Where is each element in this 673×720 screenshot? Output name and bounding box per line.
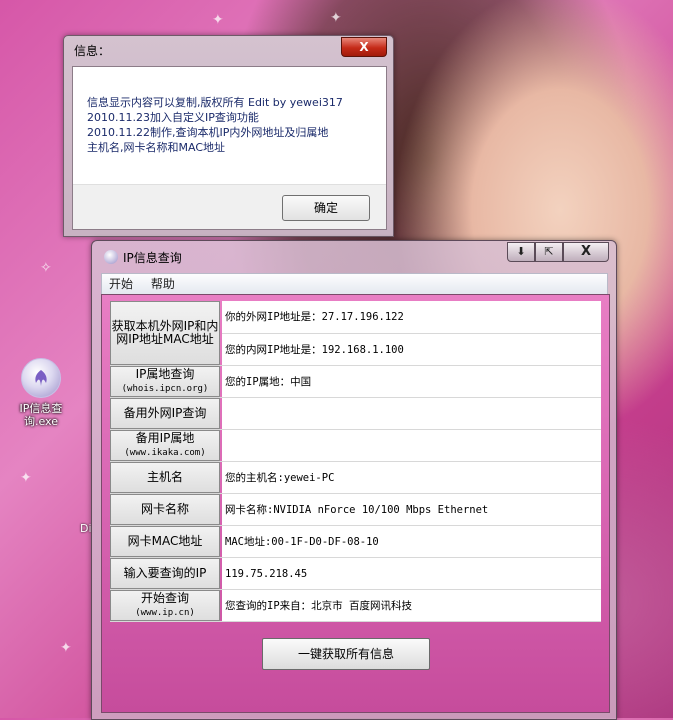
dialog-footer: 确定 — [73, 184, 386, 229]
query-ip-label: 输入要查询的IP — [110, 558, 220, 589]
dialog-message: 信息显示内容可以复制,版权所有 Edit by yewei317 2010.11… — [87, 95, 377, 155]
info-grid: 获取本机外网IP和内网IP地址MAC地址 你的外网IP地址是：27.17.196… — [110, 301, 601, 622]
mac-address-field[interactable]: MAC地址:00-1F-D0-DF-08-10 — [222, 526, 601, 557]
row-start-query: 开始查询 (www.ip.cn) 您查询的IP来自：北京市 百度网讯科技 — [110, 590, 601, 622]
dialog-message-line: 信息显示内容可以复制,版权所有 Edit by yewei317 — [87, 96, 343, 109]
mac-address-button[interactable]: 网卡MAC地址 — [110, 526, 220, 557]
dialog-close-button[interactable]: X — [341, 37, 387, 57]
external-ip-field[interactable]: 你的外网IP地址是：27.17.196.122 — [222, 301, 601, 334]
hostname-field[interactable]: 您的主机名:yewei-PC — [222, 462, 601, 493]
backup-external-ip-field[interactable] — [222, 398, 601, 429]
dialog-message-line: 2010.11.23加入自定义IP查询功能 — [87, 111, 259, 124]
desktop-partial-label: Di — [80, 522, 92, 535]
ip-info-window: IP信息查询 ⬇ ⇱ X 开始 帮助 获取本机外网IP和内网IP地址MAC地址 … — [91, 240, 617, 720]
row-query-input: 输入要查询的IP 119.75.218.45 — [110, 558, 601, 590]
ip-location-label: IP属地查询 — [135, 366, 195, 381]
dialog-message-line: 2010.11.22制作,查询本机IP内外网地址及归属地 — [87, 126, 329, 139]
ip-location-source: (whois.ipcn.org) — [121, 383, 209, 394]
row-mac: 网卡MAC地址 MAC地址:00-1F-D0-DF-08-10 — [110, 526, 601, 558]
desktop-icon-label: IP信息查询.exe — [19, 402, 63, 428]
backup-location-field[interactable] — [222, 430, 601, 461]
sparkle-decoration: ✦ — [60, 640, 72, 656]
ip-location-field[interactable]: 您的IP属地：中国 — [222, 366, 601, 397]
row-hostname: 主机名 您的主机名:yewei-PC — [110, 462, 601, 494]
start-query-button[interactable]: 开始查询 (www.ip.cn) — [110, 590, 220, 621]
get-ip-button[interactable]: 获取本机外网IP和内网IP地址MAC地址 — [110, 301, 220, 365]
desktop-icon-ip-query[interactable]: IP信息查询.exe — [4, 358, 78, 428]
menu-help[interactable]: 帮助 — [144, 274, 182, 294]
nic-name-field[interactable]: 网卡名称:NVIDIA nForce 10/100 Mbps Ethernet — [222, 494, 601, 525]
row-get-ip: 获取本机外网IP和内网IP地址MAC地址 你的外网IP地址是：27.17.196… — [110, 301, 601, 366]
window-title: IP信息查询 — [123, 251, 182, 265]
menu-bar: 开始 帮助 — [101, 273, 608, 295]
row-nic: 网卡名称 网卡名称:NVIDIA nForce 10/100 Mbps Ethe… — [110, 494, 601, 526]
query-ip-input[interactable]: 119.75.218.45 — [222, 558, 601, 589]
dialog-body: 信息显示内容可以复制,版权所有 Edit by yewei317 2010.11… — [72, 66, 387, 230]
app-icon — [21, 358, 61, 398]
restore-button[interactable]: ⇱ — [535, 242, 563, 262]
backup-location-label: 备用IP属地 — [135, 430, 195, 445]
query-result-field[interactable]: 您查询的IP来自：北京市 百度网讯科技 — [222, 590, 601, 621]
nic-name-button[interactable]: 网卡名称 — [110, 494, 220, 525]
sparkle-decoration: ✦ — [330, 10, 342, 26]
internal-ip-field[interactable]: 您的内网IP地址是：192.168.1.100 — [222, 333, 601, 365]
menu-start[interactable]: 开始 — [102, 274, 140, 294]
backup-external-ip-button[interactable]: 备用外网IP查询 — [110, 398, 220, 429]
backup-location-button[interactable]: 备用IP属地 (www.ikaka.com) — [110, 430, 220, 461]
ok-button[interactable]: 确定 — [282, 195, 370, 221]
window-controls: ⬇ ⇱ X — [507, 242, 609, 262]
row-backup-location: 备用IP属地 (www.ikaka.com) — [110, 430, 601, 462]
dialog-message-line: 主机名,网卡名称和MAC地址 — [87, 141, 225, 154]
sparkle-decoration: ✦ — [212, 12, 224, 28]
hostname-button[interactable]: 主机名 — [110, 462, 220, 493]
row-ip-location: IP属地查询 (whois.ipcn.org) 您的IP属地：中国 — [110, 366, 601, 398]
start-query-source: (www.ip.cn) — [135, 607, 195, 618]
sparkle-decoration: ✧ — [40, 260, 52, 276]
window-client-area: 获取本机外网IP和内网IP地址MAC地址 你的外网IP地址是：27.17.196… — [101, 294, 610, 713]
start-query-label: 开始查询 — [140, 590, 189, 605]
window-app-icon — [104, 250, 118, 264]
get-all-info-button[interactable]: 一键获取所有信息 — [262, 638, 430, 670]
ip-location-button[interactable]: IP属地查询 (whois.ipcn.org) — [110, 366, 220, 397]
row-backup-external: 备用外网IP查询 — [110, 398, 601, 430]
minimize-button[interactable]: ⬇ — [507, 242, 535, 262]
dialog-title: 信息： — [74, 44, 111, 58]
info-dialog: 信息： X 信息显示内容可以复制,版权所有 Edit by yewei317 2… — [63, 35, 394, 237]
window-close-button[interactable]: X — [563, 242, 609, 262]
backup-location-source: (www.ikaka.com) — [124, 447, 206, 458]
sparkle-decoration: ✦ — [20, 470, 32, 486]
